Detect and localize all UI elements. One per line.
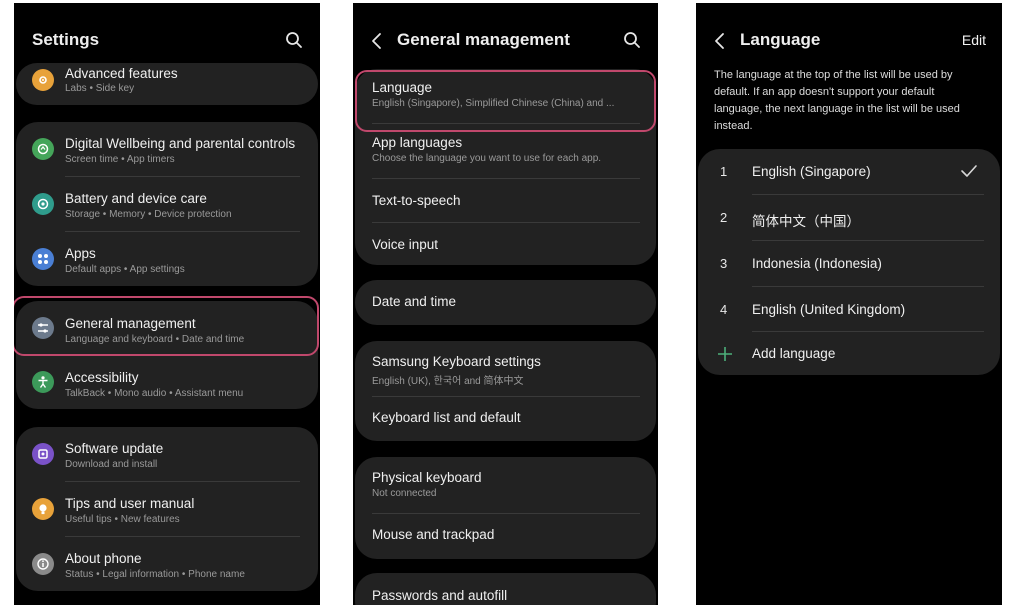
item-subtitle: Choose the language you want to use for … [372, 153, 602, 164]
general-group-2: Date and time [355, 280, 656, 325]
item-label: Mouse and trackpad [372, 527, 495, 542]
general-group-3: Samsung Keyboard settings English (UK), … [355, 341, 656, 441]
item-subtitle: English (UK), 한국어 and 简体中文 [372, 376, 524, 387]
general-management-screen: General management Language English (Sin… [353, 3, 658, 605]
mouse-trackpad-item[interactable]: Mouse and trackpad [355, 514, 656, 559]
physical-keyboard-item[interactable]: Physical keyboard Not connected [355, 457, 656, 513]
general-group-4: Physical keyboard Not connected Mouse an… [355, 457, 656, 559]
back-icon[interactable] [367, 30, 387, 52]
language-row[interactable]: 4 English (United Kingdom) [698, 287, 1000, 331]
language-rank: 2 [720, 210, 728, 225]
accessibility-icon [32, 371, 54, 393]
language-description: The language at the top of the list will… [714, 69, 960, 132]
item-subtitle: Storage • Memory • Device protection [65, 209, 232, 220]
item-subtitle: Download and install [65, 459, 158, 470]
edit-button[interactable]: Edit [962, 32, 986, 48]
settings-group-2: Digital Wellbeing and parental controls … [16, 122, 318, 286]
item-label: Text-to-speech [372, 193, 461, 208]
item-label: Tips and user manual [65, 496, 195, 511]
item-label: Passwords and autofill [372, 588, 508, 603]
language-name: 简体中文（中国） [752, 214, 860, 229]
info-icon [32, 553, 54, 575]
item-subtitle: Default apps • App settings [65, 264, 185, 275]
item-label: Physical keyboard [372, 470, 482, 485]
item-label: Apps [65, 246, 96, 261]
highlight-language [355, 70, 656, 132]
advanced-features-item[interactable]: Advanced features Labs • Side key [16, 63, 318, 105]
item-subtitle: Useful tips • New features [65, 514, 180, 525]
item-label: App languages [372, 135, 463, 150]
item-subtitle: Screen time • App timers [65, 154, 175, 165]
language-screen: Language Edit The language at the top of… [696, 3, 1002, 605]
apps-icon [32, 248, 54, 270]
language-row[interactable]: 3 Indonesia (Indonesia) [698, 241, 1000, 286]
battery-device-care-item[interactable]: Battery and device care Storage • Memory… [16, 177, 318, 231]
add-language-button[interactable]: Add language [698, 332, 1000, 375]
advanced-features-icon [32, 69, 54, 91]
settings-group-4: Software update Download and install Tip… [16, 427, 318, 591]
settings-screen: Settings Advanced features Labs • Side k… [14, 3, 320, 605]
wellbeing-icon [32, 138, 54, 160]
page-title: General management [397, 30, 570, 49]
tips-icon [32, 498, 54, 520]
plus-icon [718, 347, 732, 361]
language-rank: 4 [720, 302, 728, 317]
language-list: 1 English (Singapore) 2 简体中文（中国） 3 Indon… [698, 149, 1000, 375]
add-language-label: Add language [752, 346, 836, 361]
item-subtitle: Status • Legal information • Phone name [65, 569, 245, 580]
item-label: Software update [65, 441, 164, 456]
software-update-item[interactable]: Software update Download and install [16, 427, 318, 481]
digital-wellbeing-item[interactable]: Digital Wellbeing and parental controls … [16, 122, 318, 176]
item-subtitle: Labs • Side key [65, 83, 135, 94]
item-label: About phone [65, 551, 142, 566]
back-icon[interactable] [710, 30, 730, 52]
apps-item[interactable]: Apps Default apps • App settings [16, 232, 318, 286]
page-title: Language [740, 30, 821, 49]
about-phone-item[interactable]: About phone Status • Legal information •… [16, 537, 318, 591]
keyboard-list-default-item[interactable]: Keyboard list and default [355, 397, 656, 441]
language-rank: 3 [720, 256, 728, 271]
search-icon[interactable] [285, 31, 303, 49]
accessibility-item[interactable]: Accessibility TalkBack • Mono audio • As… [16, 356, 318, 409]
language-row[interactable]: 1 English (Singapore) [698, 149, 1000, 194]
date-and-time-item[interactable]: Date and time [355, 280, 656, 325]
page-title: Settings [32, 30, 100, 49]
samsung-keyboard-settings-item[interactable]: Samsung Keyboard settings English (UK), … [355, 341, 656, 396]
device-care-icon [32, 193, 54, 215]
item-label: Battery and device care [65, 191, 207, 206]
item-subtitle: TalkBack • Mono audio • Assistant menu [65, 388, 244, 399]
settings-group-1: Advanced features Labs • Side key [16, 63, 318, 105]
item-label: Advanced features [65, 66, 178, 81]
language-name: English (United Kingdom) [752, 302, 906, 317]
passwords-autofill-item[interactable]: Passwords and autofill [355, 573, 656, 605]
language-name: English (Singapore) [752, 164, 871, 179]
general-group-5: Passwords and autofill [355, 573, 656, 605]
item-label: Date and time [372, 294, 457, 309]
language-row[interactable]: 2 简体中文（中国） [698, 195, 1000, 240]
item-subtitle: Not connected [372, 488, 437, 499]
app-languages-item[interactable]: App languages Choose the language you wa… [355, 124, 656, 178]
language-rank: 1 [720, 164, 728, 179]
search-icon[interactable] [623, 31, 641, 49]
language-name: Indonesia (Indonesia) [752, 256, 882, 271]
item-label: Voice input [372, 237, 439, 252]
highlight-general-management [14, 296, 319, 356]
software-update-icon [32, 443, 54, 465]
text-to-speech-item[interactable]: Text-to-speech [355, 179, 656, 222]
item-label: Samsung Keyboard settings [372, 354, 541, 369]
item-label: Digital Wellbeing and parental controls [65, 136, 296, 151]
voice-input-item[interactable]: Voice input [355, 223, 656, 265]
item-label: Accessibility [65, 370, 139, 385]
tips-user-manual-item[interactable]: Tips and user manual Useful tips • New f… [16, 482, 318, 536]
item-label: Keyboard list and default [372, 410, 521, 425]
check-icon [961, 165, 977, 177]
